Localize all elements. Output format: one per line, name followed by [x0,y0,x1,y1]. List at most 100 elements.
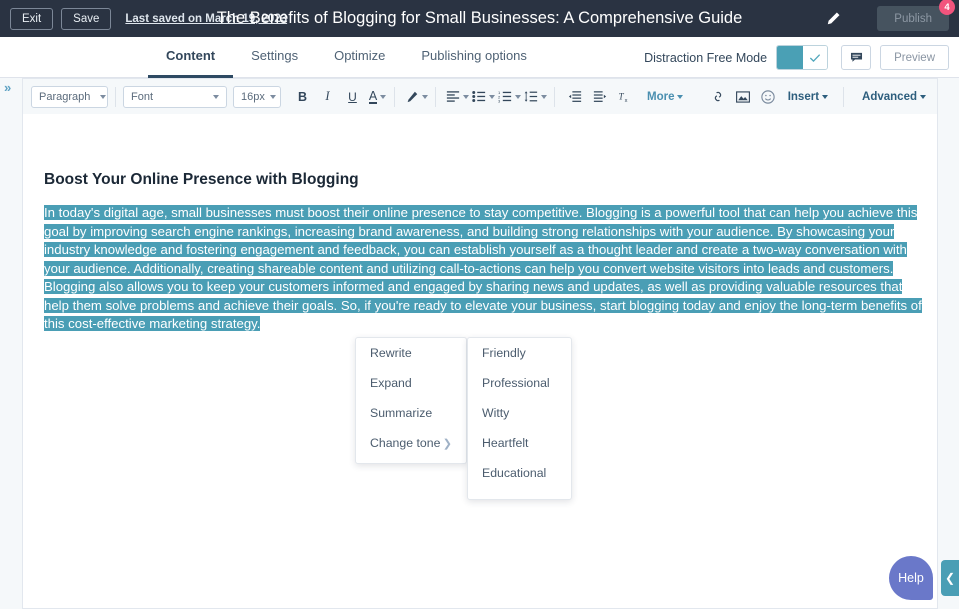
tabbar-right-group: Distraction Free Mode Preview [644,37,949,78]
tab-settings[interactable]: Settings [233,37,316,78]
more-dropdown[interactable]: More [644,85,686,109]
save-button[interactable]: Save [61,8,111,30]
chevron-down-icon [822,95,828,99]
comment-icon [850,51,863,64]
publish-button-wrapper: Publish 4 [877,6,949,31]
chevron-down-icon [489,95,495,99]
distraction-free-mode-toggle[interactable] [776,45,828,70]
indent-increase-button[interactable] [590,85,609,109]
chevron-down-icon [677,95,683,99]
chevron-down-icon [463,95,469,99]
editor-toolbar: Paragraph Font 16px B I U A [22,78,938,114]
advanced-dropdown[interactable]: Advanced [859,85,929,109]
exit-button[interactable]: Exit [10,8,53,30]
chevron-down-icon [541,95,547,99]
tab-content[interactable]: Content [148,37,233,78]
align-left-icon [446,90,460,103]
blog-editor-app: Exit Save Last saved on March 19, 2023 T… [0,0,959,609]
context-menu-label: Change tone [370,436,440,450]
context-menu-item-summarize[interactable]: Summarize [356,398,466,428]
tone-item-heartfelt[interactable]: Heartfelt [468,428,571,458]
numbered-list-icon: 1 2 3 [498,90,512,103]
text-color-letter: A [369,90,377,104]
underline-button[interactable]: U [343,85,362,109]
toggle-check-segment [803,46,828,69]
tone-item-educational[interactable]: Educational [468,458,571,488]
ai-context-menu: Rewrite Expand Summarize Change tone ❯ [355,337,467,464]
chevron-down-icon [270,95,276,99]
paragraph-style-select[interactable]: Paragraph [31,86,108,108]
link-button[interactable] [709,85,728,109]
chevron-down-icon [920,95,926,99]
context-menu-label: Expand [370,376,412,390]
tab-publishing-options[interactable]: Publishing options [403,37,545,78]
chevron-down-icon [100,95,106,99]
emoji-button[interactable] [759,85,778,109]
font-size-value: 16px [241,91,265,103]
selected-text: In today's digital age, small businesses… [44,205,922,331]
indent-increase-icon [593,90,607,103]
clear-formatting-icon: T x [618,90,632,103]
chevron-down-icon [422,95,428,99]
publish-button[interactable]: Publish [877,6,949,31]
context-menu-item-rewrite[interactable]: Rewrite [356,338,466,368]
tab-bar: Content Settings Optimize Publishing opt… [0,37,959,78]
check-icon [809,52,821,64]
document-title: The Benefits of Blogging for Small Busin… [217,9,743,28]
top-bar: Exit Save Last saved on March 19, 2023 T… [0,0,959,37]
italic-button[interactable]: I [318,85,337,109]
chevron-left-icon: ❮ [945,571,955,585]
paragraph-style-value: Paragraph [39,91,90,103]
document-paragraph[interactable]: In today's digital age, small businesses… [44,204,922,334]
chevron-right-icon: ❯ [443,437,452,450]
image-button[interactable] [734,85,753,109]
numbered-list-button[interactable]: 1 2 3 [498,85,521,109]
toolbar-divider [115,87,116,107]
double-chevron-right-icon[interactable]: » [4,80,9,95]
advanced-label: Advanced [862,91,917,103]
bold-button[interactable]: B [293,85,312,109]
emoji-icon [761,90,775,104]
chevron-down-icon [380,95,386,99]
insert-label: Insert [788,91,819,103]
highlight-pen-button[interactable] [405,85,428,109]
help-button[interactable]: Help [889,556,933,600]
toolbar-divider [394,87,395,107]
font-family-select[interactable]: Font [123,86,227,108]
bulleted-list-button[interactable] [472,85,495,109]
chevron-down-icon [515,95,521,99]
context-menu-item-change-tone[interactable]: Change tone ❯ [356,428,466,458]
font-family-value: Font [131,91,153,103]
comment-icon-button[interactable] [841,45,871,70]
insert-dropdown[interactable]: Insert [785,85,831,109]
tone-item-witty[interactable]: Witty [468,398,571,428]
image-icon [736,91,750,103]
font-size-select[interactable]: 16px [233,86,281,108]
distraction-free-mode-label: Distraction Free Mode [644,51,767,65]
svg-text:T: T [618,92,624,102]
toolbar-divider [843,87,844,107]
tone-item-friendly[interactable]: Friendly [468,338,571,368]
svg-text:x: x [624,98,627,103]
context-menu-label: Summarize [370,406,432,420]
tab-optimize[interactable]: Optimize [316,37,403,78]
link-icon [712,90,724,103]
clear-formatting-button[interactable]: T x [615,85,634,109]
svg-text:3: 3 [498,98,501,103]
side-panel-toggle[interactable]: ❮ [941,560,959,596]
preview-button[interactable]: Preview [880,45,949,70]
context-menu-label: Rewrite [370,346,412,360]
toolbar-divider [435,87,436,107]
publish-badge: 4 [939,0,955,15]
tone-item-professional[interactable]: Professional [468,368,571,398]
highlight-pen-icon [405,90,419,104]
indent-decrease-button[interactable] [565,85,584,109]
toolbar-divider [554,87,555,107]
toggle-on-segment [777,46,802,69]
text-color-button[interactable]: A [368,85,387,109]
pencil-icon[interactable] [826,11,841,26]
more-label: More [647,91,674,103]
line-height-button[interactable] [524,85,547,109]
context-menu-item-expand[interactable]: Expand [356,368,466,398]
align-button[interactable] [446,85,469,109]
